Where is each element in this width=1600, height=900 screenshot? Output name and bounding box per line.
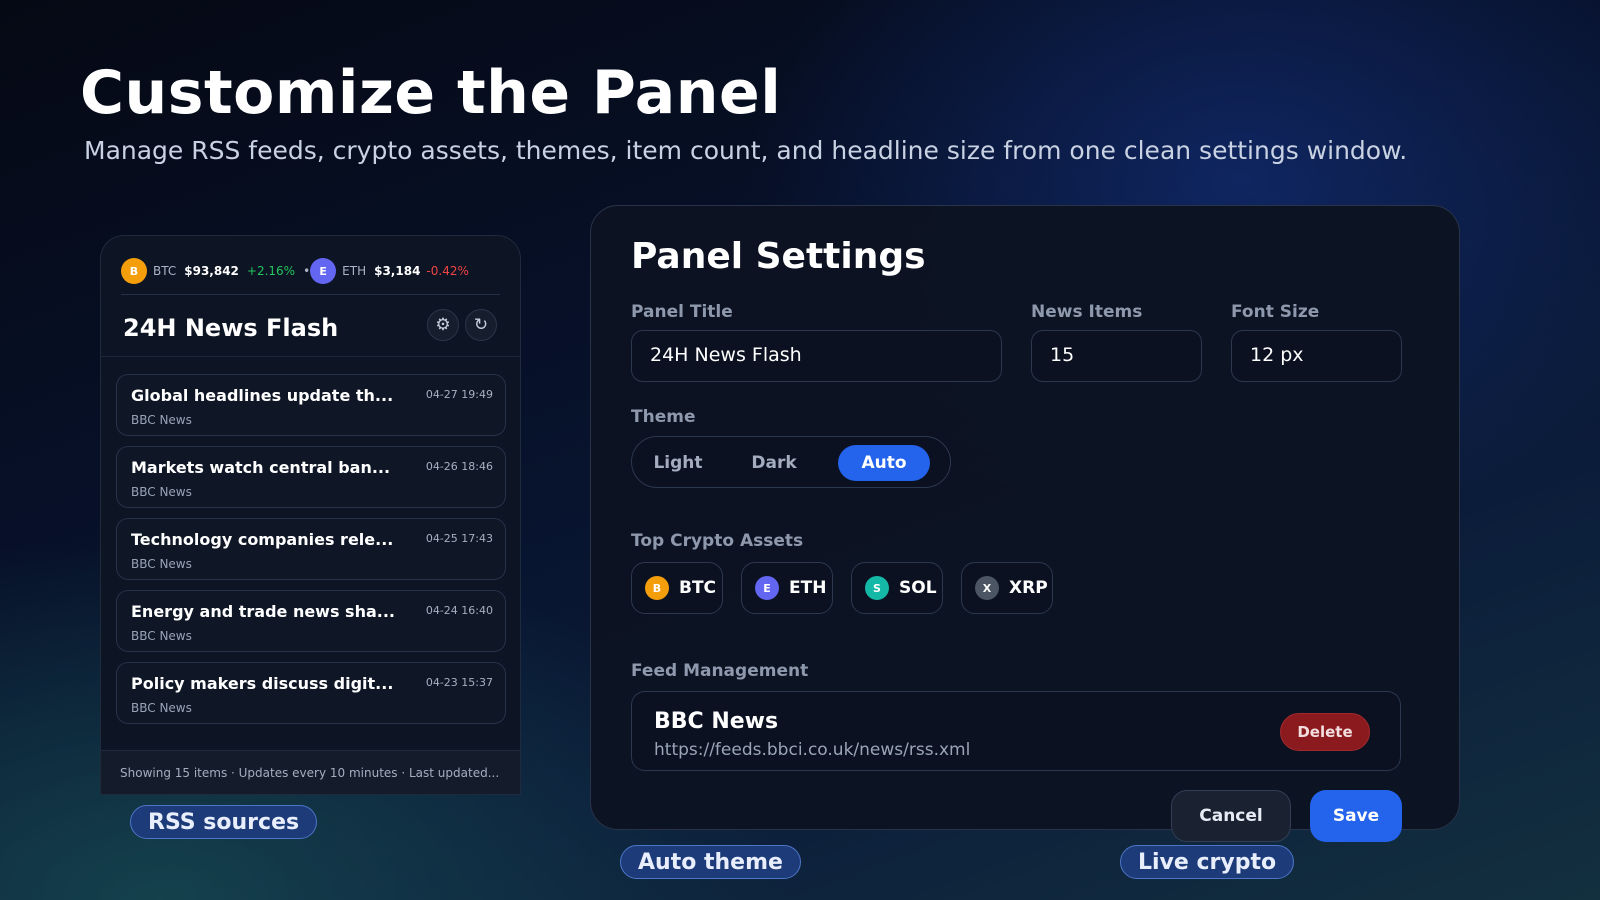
dialog-title: Panel Settings <box>631 236 926 277</box>
asset-chip-sol[interactable]: S SOL <box>851 562 943 614</box>
news-item[interactable]: Markets watch central ban... BBC News 04… <box>116 446 506 508</box>
news-time: 04-23 15:37 <box>425 676 493 689</box>
auto-theme-pill: Auto theme <box>620 845 801 879</box>
news-time: 04-27 19:49 <box>425 388 493 401</box>
theme-selector: Light Dark Auto <box>631 436 951 488</box>
feed-url: https://feeds.bbci.co.uk/news/rss.xml <box>654 740 971 760</box>
news-title: Markets watch central ban... <box>131 458 391 477</box>
theme-label: Theme <box>631 407 696 427</box>
asset-symbol: XRP <box>1009 578 1048 598</box>
theme-option-light[interactable]: Light <box>640 445 716 481</box>
ticker-symbol: ETH <box>342 264 367 278</box>
widget-title: 24H News Flash <box>123 314 339 342</box>
asset-symbol: ETH <box>789 578 827 598</box>
hero-title: Customize the Panel <box>80 58 782 128</box>
live-crypto-pill: Live crypto <box>1120 845 1295 879</box>
settings-gear-icon[interactable]: ⚙ <box>427 309 459 341</box>
btc-coin-icon: B <box>121 258 147 284</box>
ticker-price: $93,842 <box>184 264 239 278</box>
news-title: Technology companies rele... <box>131 530 394 549</box>
divider <box>121 294 500 295</box>
ticker-separator: • <box>303 264 311 278</box>
eth-coin-icon: E <box>310 258 337 284</box>
font-size-input[interactable]: 12 px <box>1231 330 1402 382</box>
ticker-change: -0.42% <box>426 264 469 278</box>
news-source: BBC News <box>131 701 192 715</box>
feed-item: BBC News https://feeds.bbci.co.uk/news/r… <box>631 691 1401 771</box>
settings-dialog: Panel Settings Panel Title 24H News Flas… <box>590 205 1460 842</box>
crypto-ticker: B BTC $93,842 +2.16% • E ETH $3,184 -0.4… <box>121 254 500 288</box>
btc-coin-icon: B <box>645 576 669 600</box>
news-item[interactable]: Technology companies rele... BBC News 04… <box>116 518 506 580</box>
news-time: 04-26 18:46 <box>425 460 493 473</box>
asset-chip-btc[interactable]: B BTC <box>631 562 723 614</box>
crypto-assets-label: Top Crypto Assets <box>631 531 804 551</box>
theme-option-dark[interactable]: Dark <box>736 445 812 481</box>
news-time: 04-24 16:40 <box>425 604 493 617</box>
feed-name: BBC News <box>654 709 779 734</box>
panel-title-input[interactable]: 24H News Flash <box>631 330 1002 382</box>
divider <box>101 356 520 357</box>
hero-subtitle: Manage RSS feeds, crypto assets, themes,… <box>84 136 1408 165</box>
news-items-input[interactable]: 15 <box>1031 330 1202 382</box>
panel-title-label: Panel Title <box>631 302 733 322</box>
news-list: Global headlines update th... BBC News 0… <box>116 374 506 734</box>
asset-chip-eth[interactable]: E ETH <box>741 562 833 614</box>
news-title: Energy and trade news sha... <box>131 602 395 621</box>
refresh-icon[interactable]: ↻ <box>465 309 497 341</box>
eth-coin-icon: E <box>755 576 779 600</box>
news-source: BBC News <box>131 413 192 427</box>
news-items-label: News Items <box>1031 302 1143 322</box>
asset-symbol: SOL <box>899 578 937 598</box>
asset-chip-xrp[interactable]: X XRP <box>961 562 1053 614</box>
feed-management-label: Feed Management <box>631 661 809 681</box>
news-item[interactable]: Policy makers discuss digit... BBC News … <box>116 662 506 724</box>
ticker-price: $3,184 <box>374 264 421 278</box>
news-time: 04-25 17:43 <box>425 532 493 545</box>
theme-option-auto[interactable]: Auto <box>838 445 930 481</box>
news-title: Policy makers discuss digit... <box>131 674 394 693</box>
save-button[interactable]: Save <box>1310 790 1402 842</box>
ticker-change: +2.16% <box>246 264 296 278</box>
font-size-label: Font Size <box>1231 302 1320 322</box>
news-item[interactable]: Energy and trade news sha... BBC News 04… <box>116 590 506 652</box>
news-source: BBC News <box>131 629 192 643</box>
delete-feed-button[interactable]: Delete <box>1280 713 1370 751</box>
news-item[interactable]: Global headlines update th... BBC News 0… <box>116 374 506 436</box>
news-title: Global headlines update th... <box>131 386 394 405</box>
news-source: BBC News <box>131 557 192 571</box>
ticker-symbol: BTC <box>153 264 177 278</box>
widget-footer: Showing 15 items · Updates every 10 minu… <box>101 750 520 794</box>
sol-coin-icon: S <box>865 576 889 600</box>
cancel-button[interactable]: Cancel <box>1171 790 1291 842</box>
rss-sources-pill: RSS sources <box>130 805 318 839</box>
news-source: BBC News <box>131 485 192 499</box>
asset-symbol: BTC <box>679 578 717 598</box>
news-widget: B BTC $93,842 +2.16% • E ETH $3,184 -0.4… <box>100 235 521 795</box>
xrp-coin-icon: X <box>975 576 999 600</box>
